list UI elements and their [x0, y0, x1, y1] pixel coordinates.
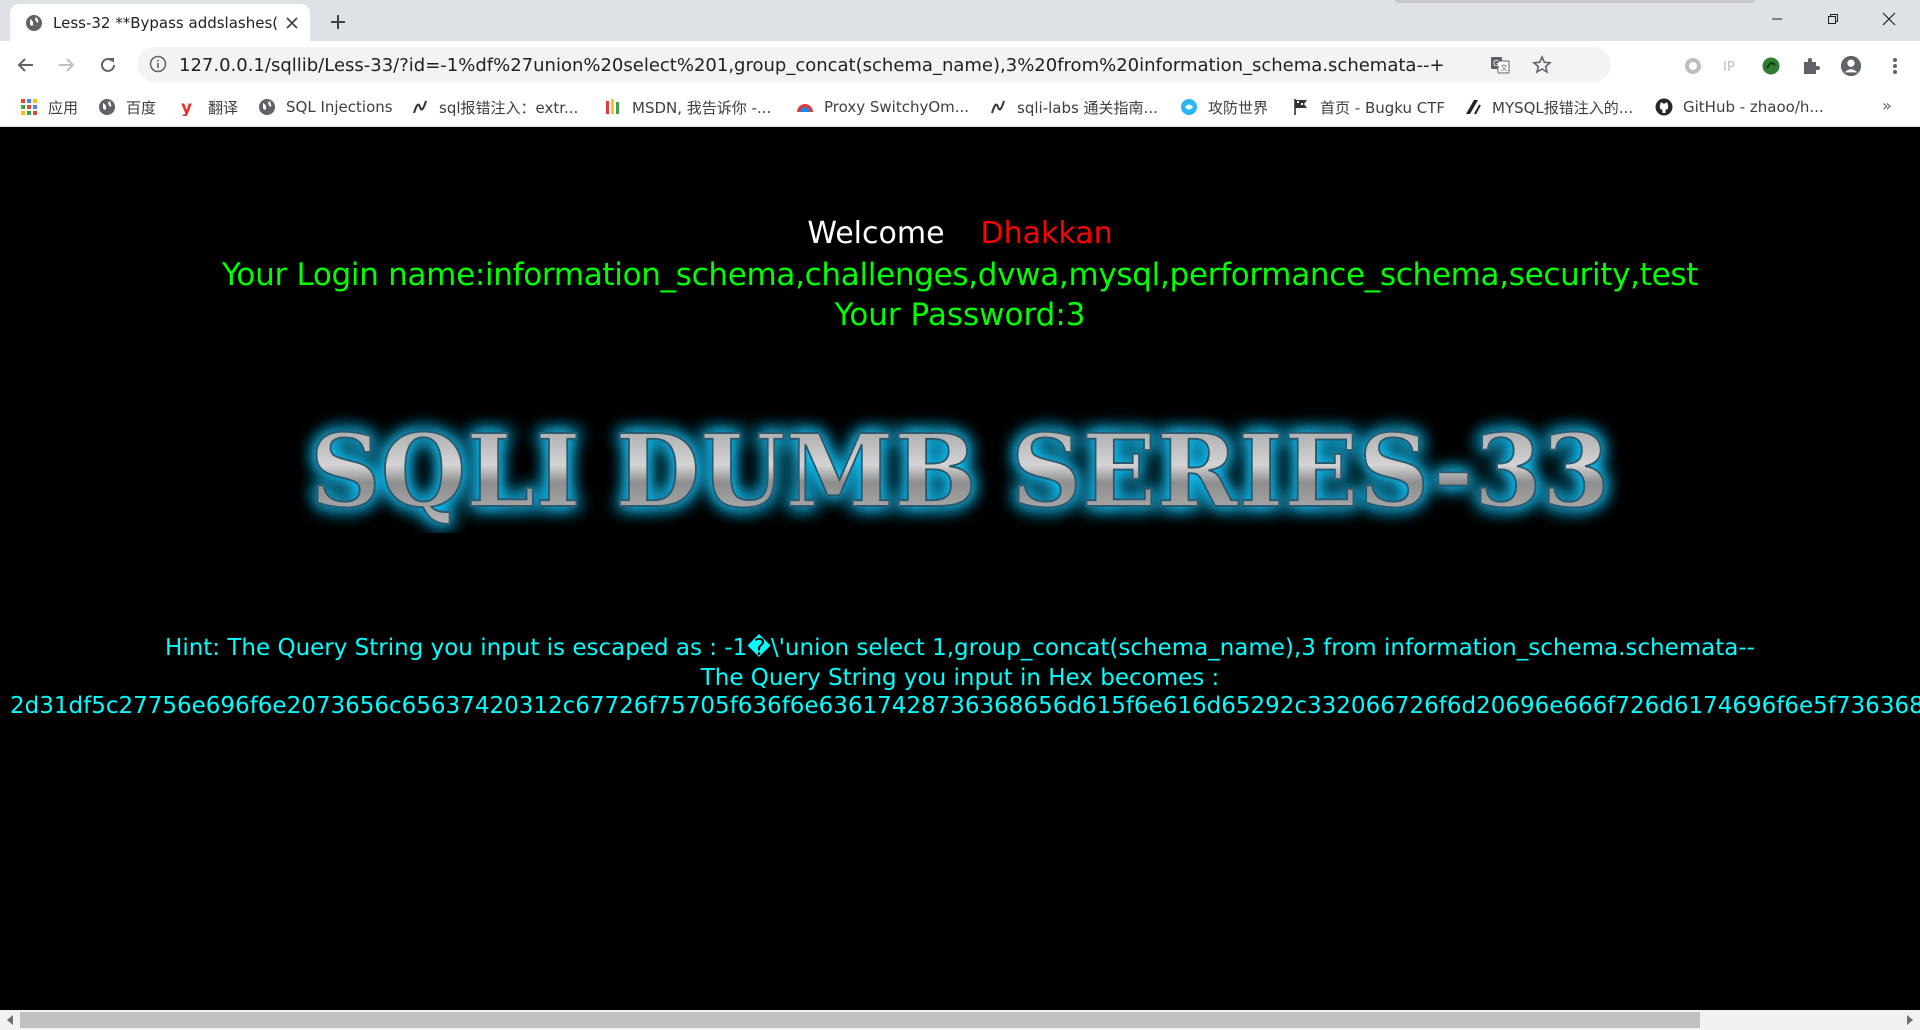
welcome-name: Dhakkan [980, 216, 1113, 251]
globe-icon [98, 98, 116, 116]
password-line: Your Password:3 [834, 297, 1086, 333]
green-extension-icon[interactable] [1760, 55, 1782, 77]
bookmark-label: GitHub - zhaoo/h... [1683, 98, 1824, 116]
close-window-icon[interactable] [1866, 6, 1912, 32]
tab-title: Less-32 **Bypass addslashes() [53, 13, 278, 32]
login-name-line: Your Login name:information_schema,chall… [221, 257, 1699, 293]
hex-value-line: 2d31df5c27756e696f6e2073656c65637420312c… [10, 693, 1920, 719]
bookmark-apps[interactable]: 应用 [20, 96, 78, 118]
restore-icon[interactable] [1810, 6, 1856, 32]
bookmark-label: 应用 [48, 98, 79, 117]
svg-text:y: y [181, 98, 192, 116]
profile-avatar-icon[interactable] [1840, 55, 1862, 77]
scroll-left-arrow-icon[interactable] [4, 1014, 16, 1026]
globe-icon [25, 14, 43, 32]
script-icon [989, 98, 1007, 116]
bookmarks-overflow-icon[interactable]: » [1882, 96, 1892, 115]
hex-label-line: The Query String you input in Hex become… [700, 665, 1220, 691]
github-icon [1655, 98, 1673, 116]
horizontal-scrollbar[interactable] [0, 1010, 1920, 1030]
bookmark-label: 翻译 [208, 98, 239, 117]
bookmark-sqli-labs-guide[interactable]: sqli-labs 通关指南... [989, 96, 1158, 118]
bookmark-translate[interactable]: y 翻译 [180, 96, 238, 118]
svg-text:文: 文 [1501, 63, 1508, 72]
info-icon[interactable] [149, 55, 167, 73]
bookmark-baidu[interactable]: 百度 [98, 96, 156, 118]
scrollbar-thumb[interactable] [20, 1012, 1700, 1028]
new-tab-icon[interactable] [326, 10, 350, 34]
bookmark-sql-injections[interactable]: SQL Injections [258, 96, 393, 118]
bookmark-adworld[interactable]: 攻防世界 [1180, 96, 1268, 118]
reload-icon[interactable] [94, 51, 122, 79]
series-banner: SQLI DUMB SERIES-33 [290, 403, 1630, 537]
minimize-icon[interactable] [1754, 6, 1800, 32]
hint-line: Hint: The Query String you input is esca… [165, 635, 1755, 661]
welcome-line: Welcome Dhakkan [0, 216, 1920, 251]
bookmark-github[interactable]: GitHub - zhaoo/h... [1655, 96, 1824, 118]
welcome-label: Welcome [807, 216, 945, 251]
close-tab-icon[interactable] [282, 13, 302, 33]
bookmark-label: 百度 [126, 98, 157, 117]
tab-strip: Less-32 **Bypass addslashes() [0, 0, 1920, 41]
bookmark-star-icon[interactable] [1531, 54, 1553, 76]
address-bar[interactable]: 127.0.0.1/sqllib/Less-33/?id=-1%df%27uni… [137, 47, 1611, 82]
adworld-icon [1180, 98, 1198, 116]
translate-icon[interactable]: G文 [1489, 54, 1511, 76]
bookmark-label: MYSQL报错注入的... [1492, 98, 1634, 117]
slash-icon [1464, 98, 1482, 116]
bookmark-label: sqli-labs 通关指南... [1017, 98, 1158, 117]
bookmarks-bar: 应用 百度 y 翻译 SQL Injections sql报错注入：extr..… [0, 88, 1920, 127]
browser-tab[interactable]: Less-32 **Bypass addslashes() [10, 4, 310, 41]
bookmark-sql-error-inject[interactable]: sql报错注入：extr... [411, 96, 578, 118]
apps-grid-icon [20, 98, 38, 116]
switchyomega-icon [796, 98, 814, 116]
extensions-puzzle-icon[interactable] [1800, 55, 1822, 77]
bookmark-bugku[interactable]: 首页 - Bugku CTF [1292, 96, 1445, 118]
svg-text:IP: IP [1723, 60, 1735, 75]
extension-circle-icon[interactable] [1682, 55, 1704, 77]
bookmark-label: 首页 - Bugku CTF [1320, 98, 1446, 117]
ip-extension-icon[interactable]: IP [1721, 55, 1743, 77]
bookmark-msdn[interactable]: MSDN, 我告诉你 -... [604, 96, 771, 118]
bookmark-label: Proxy SwitchyOm... [824, 98, 970, 116]
bookmark-label: MSDN, 我告诉你 -... [632, 98, 772, 117]
flag-icon [1292, 98, 1310, 116]
browser-toolbar: 127.0.0.1/sqllib/Less-33/?id=-1%df%27uni… [0, 41, 1920, 88]
svg-text:G: G [1493, 59, 1499, 68]
url-text[interactable]: 127.0.0.1/sqllib/Less-33/?id=-1%df%27uni… [179, 55, 1445, 76]
bookmark-switchyomega[interactable]: Proxy SwitchyOm... [796, 96, 969, 118]
tab-search-indicator [1395, 0, 1755, 3]
youdao-icon: y [180, 98, 198, 116]
globe-icon [258, 98, 276, 116]
scroll-right-arrow-icon[interactable] [1904, 1014, 1916, 1026]
page-content: Welcome Dhakkan Your Login name:informati… [0, 127, 1920, 1010]
bookmark-label: 攻防世界 [1208, 98, 1269, 117]
banner-text: SQLI DUMB SERIES-33 [310, 412, 1610, 530]
bookmark-mysql-error[interactable]: MYSQL报错注入的... [1464, 96, 1633, 118]
msdn-icon [604, 98, 622, 116]
back-arrow-icon[interactable] [12, 51, 40, 79]
bookmark-label: SQL Injections [286, 98, 393, 116]
menu-dots-icon[interactable] [1884, 55, 1906, 77]
bookmark-label: sql报错注入：extr... [439, 98, 579, 117]
script-icon [411, 98, 429, 116]
forward-arrow-icon[interactable] [52, 51, 80, 79]
